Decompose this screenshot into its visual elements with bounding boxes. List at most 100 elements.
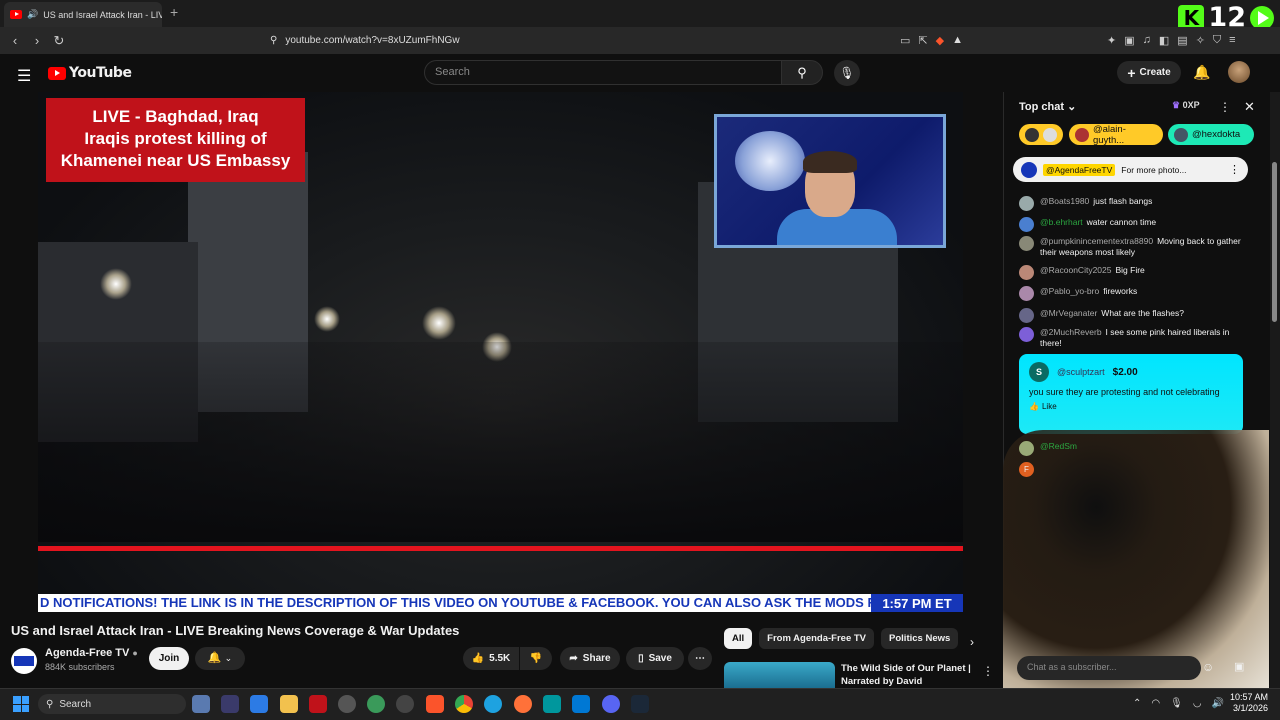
create-button[interactable]: + Create: [1117, 61, 1181, 84]
taskbar-app-icon[interactable]: [367, 695, 385, 713]
windows-start-icon[interactable]: [13, 696, 29, 712]
share-page-icon[interactable]: ⇱: [918, 34, 927, 47]
forward-icon[interactable]: ›: [26, 33, 48, 48]
edge-icon[interactable]: [484, 695, 502, 713]
taskbar-clock[interactable]: 10:57 AM 3/1/2026: [1224, 692, 1268, 714]
like-button[interactable]: 👍 5.5K: [463, 647, 519, 670]
extensions-icon[interactable]: ✦: [1107, 34, 1116, 47]
leo-icon[interactable]: ✧: [1196, 34, 1205, 47]
youtube-play-icon: [48, 66, 66, 80]
taskbar-app-icon[interactable]: [396, 695, 414, 713]
chat-author[interactable]: @RacoonCity2025: [1040, 265, 1111, 275]
file-explorer-icon[interactable]: [280, 695, 298, 713]
vpn-icon[interactable]: ⛉: [1213, 34, 1221, 47]
share-button[interactable]: ➦ Share: [560, 647, 620, 670]
chat-author[interactable]: @MrVeganater: [1040, 308, 1097, 318]
channel-avatar[interactable]: [11, 648, 37, 674]
chrome-icon[interactable]: [455, 695, 473, 713]
crown-icon: ♛: [1172, 100, 1181, 110]
vscode-icon[interactable]: [572, 695, 590, 713]
chat-avatar: [1019, 265, 1034, 280]
superchat-like-button[interactable]: 👍 Like: [1029, 402, 1243, 411]
chat-more-icon[interactable]: ⋮: [1219, 100, 1231, 114]
chat-input[interactable]: Chat as a subscriber...: [1017, 656, 1201, 680]
wallet-icon[interactable]: ▤: [1177, 34, 1187, 47]
thumbs-down-icon: 👎: [529, 653, 543, 664]
new-tab-button[interactable]: +: [170, 4, 178, 20]
browser-tab[interactable]: 🔊 US and Israel Attack Iran - LIVE ✕: [4, 2, 162, 27]
taskbar-app-icon[interactable]: [192, 695, 210, 713]
chevron-up-icon[interactable]: ⌃: [1133, 698, 1141, 709]
chat-author[interactable]: @Boats1980: [1040, 196, 1089, 206]
menu-hamburger-icon[interactable]: ☰: [17, 66, 31, 86]
brave-browser-icon[interactable]: [426, 695, 444, 713]
chat-author[interactable]: @RedSm: [1040, 441, 1077, 456]
music-icon[interactable]: ♫: [1143, 34, 1151, 47]
chat-author[interactable]: @b.ehrhart: [1040, 217, 1083, 227]
chat-ticker[interactable]: @alain-guyth...: [1069, 124, 1163, 146]
chat-ticker[interactable]: @hexdokta: [1168, 124, 1254, 145]
screenshot-icon[interactable]: ▣: [1124, 34, 1134, 47]
user-avatar[interactable]: [1228, 61, 1250, 83]
subscription-bell-button[interactable]: 🔔 ⌄: [195, 647, 245, 670]
network-icon[interactable]: ◠: [1151, 698, 1160, 709]
search-button[interactable]: ⚲: [781, 60, 823, 85]
firefox-icon[interactable]: [514, 695, 532, 713]
xp-badge[interactable]: ♛ 0XP: [1172, 100, 1200, 111]
channel-name[interactable]: Agenda-Free TV ●: [45, 647, 138, 659]
wifi-icon[interactable]: ◡: [1193, 698, 1202, 709]
xp-label: 0XP: [1182, 100, 1200, 110]
reload-icon[interactable]: ↻: [48, 33, 70, 49]
chat-close-icon[interactable]: ✕: [1244, 99, 1255, 115]
sidebar-icon[interactable]: ◧: [1159, 34, 1169, 47]
emoji-icon[interactable]: ☺: [1202, 660, 1214, 674]
youtube-logo[interactable]: YouTube: [48, 65, 132, 81]
chevron-right-icon[interactable]: ›: [970, 635, 974, 649]
volume-icon[interactable]: 🔊: [1212, 698, 1224, 709]
brave-shield-icon[interactable]: ◆: [936, 34, 944, 47]
dislike-button[interactable]: 👎: [520, 647, 552, 670]
chip-from-channel[interactable]: From Agenda-Free TV: [759, 628, 875, 649]
taskbar-app-icon[interactable]: [338, 695, 356, 713]
chat-mode-dropdown[interactable]: Top chat ⌄: [1019, 100, 1076, 113]
save-button[interactable]: ▯ Save: [626, 647, 684, 670]
more-vertical-icon[interactable]: ⋮: [1229, 163, 1240, 176]
chip-politics-news[interactable]: Politics News: [881, 628, 959, 649]
page-scrollbar[interactable]: [1270, 92, 1280, 688]
chip-all[interactable]: All: [724, 628, 753, 649]
chat-author[interactable]: @2MuchReverb: [1040, 327, 1102, 337]
mic-icon[interactable]: 🎙: [1170, 698, 1183, 709]
chat-author[interactable]: @pumpkinincementextra8890: [1040, 236, 1153, 246]
steam-icon[interactable]: [631, 695, 649, 713]
super-chat-icon[interactable]: ▣: [1234, 660, 1244, 673]
discord-icon[interactable]: [602, 695, 620, 713]
url-field[interactable]: ⚲ youtube.com/watch?v=8xUZumFhNGw: [270, 31, 910, 49]
search-input[interactable]: Search: [424, 60, 782, 85]
notifications-bell-icon[interactable]: 🔔: [1193, 64, 1210, 81]
chat-message: @pumpkinincementextra8890 Moving back to …: [1019, 236, 1249, 258]
taskbar-app-icon[interactable]: [250, 695, 268, 713]
chat-ticker[interactable]: [1019, 124, 1063, 145]
search-icon: ⚲: [46, 698, 54, 710]
taskbar-search[interactable]: ⚲ Search: [38, 694, 186, 714]
rewards-icon[interactable]: ▲: [952, 34, 963, 47]
arduino-icon[interactable]: [543, 695, 561, 713]
more-actions-button[interactable]: ⋯: [688, 647, 712, 670]
pinned-message[interactable]: @AgendaFreeTV For more photo... ⋮: [1013, 157, 1248, 182]
chat-author[interactable]: @Pablo_yo-bro: [1040, 286, 1099, 296]
join-button[interactable]: Join: [149, 647, 189, 670]
taskbar-app-icon[interactable]: [309, 695, 327, 713]
url-text: youtube.com/watch?v=8xUZumFhNGw: [285, 34, 460, 46]
back-icon[interactable]: ‹: [4, 33, 26, 48]
news-ticker: D NOTIFICATIONS! THE LINK IS IN THE DESC…: [38, 594, 963, 612]
menu-icon[interactable]: ≡: [1229, 34, 1235, 47]
taskbar-app-icon[interactable]: [221, 695, 239, 713]
cast-icon[interactable]: ▭: [900, 34, 910, 47]
recommended-video-thumbnail[interactable]: [724, 662, 835, 688]
chat-message: @RedSm: [1019, 441, 1249, 456]
voice-search-button[interactable]: 🎙: [834, 60, 860, 86]
system-tray: ⌃ ◠ 🎙 ◡ 🔊: [1133, 698, 1224, 709]
site-info-icon[interactable]: ⚲: [270, 35, 277, 46]
more-vertical-icon[interactable]: ⋮: [982, 664, 994, 678]
tab-title: US and Israel Attack Iran - LIVE: [43, 9, 162, 20]
